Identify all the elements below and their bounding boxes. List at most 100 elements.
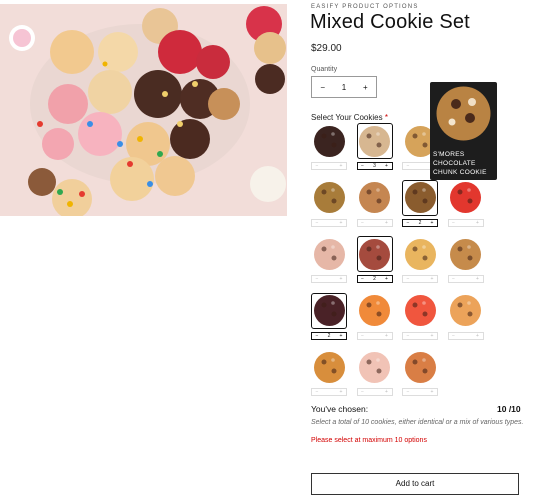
product-price: $29.00 xyxy=(311,43,342,54)
cookie-qty-stepper[interactable]: −+ xyxy=(311,218,347,227)
quantity-stepper[interactable]: − 1 + xyxy=(311,76,377,98)
cookie-qty-increase-button[interactable]: + xyxy=(473,333,483,339)
cookie-option[interactable]: −+ xyxy=(447,293,484,340)
cookie-qty-increase-button[interactable]: + xyxy=(427,276,437,282)
cookie-option[interactable]: −+ xyxy=(402,293,438,340)
cookie-thumbnail[interactable] xyxy=(311,236,347,272)
cookie-qty-decrease-button[interactable]: − xyxy=(403,220,413,226)
cookie-qty-decrease-button[interactable]: − xyxy=(312,333,322,339)
cookie-qty-decrease-button[interactable]: − xyxy=(358,220,368,226)
cookie-qty-increase-button[interactable]: + xyxy=(427,333,437,339)
cookie-thumbnail[interactable] xyxy=(356,123,393,159)
cookie-qty-stepper[interactable]: −3 + xyxy=(356,162,393,170)
cookie-option[interactable]: −+ xyxy=(402,236,438,283)
cookie-option[interactable]: −2 + xyxy=(356,236,393,283)
cookie-qty-decrease-button[interactable]: − xyxy=(403,163,413,169)
cookie-thumbnail[interactable] xyxy=(448,293,484,329)
cookie-option[interactable]: −+ xyxy=(356,293,393,340)
cookie-qty-stepper[interactable]: −+ xyxy=(356,218,393,227)
cookie-thumbnail[interactable] xyxy=(357,180,393,216)
cookie-thumbnail[interactable] xyxy=(448,236,484,272)
cookie-qty-value: 2 xyxy=(373,276,376,282)
quantity-increase-button[interactable]: + xyxy=(355,83,376,92)
cookie-qty-decrease-button[interactable]: − xyxy=(312,389,322,395)
cookie-qty-increase-button[interactable]: + xyxy=(382,389,392,395)
cookie-qty-stepper[interactable]: −+ xyxy=(447,218,484,227)
cookie-thumbnail[interactable] xyxy=(402,349,438,385)
cookie-option[interactable]: −+ xyxy=(311,349,347,396)
cookie-thumbnail[interactable] xyxy=(311,123,347,159)
cookie-qty-decrease-button[interactable]: − xyxy=(449,333,459,339)
quantity-decrease-button[interactable]: − xyxy=(312,83,333,92)
cookie-thumbnail[interactable] xyxy=(402,293,438,329)
cookie-qty-decrease-button[interactable]: − xyxy=(312,276,322,282)
cookie-qty-stepper[interactable]: −2 + xyxy=(356,275,393,283)
cookie-qty-increase-button[interactable]: + xyxy=(336,389,346,395)
cookie-qty-stepper[interactable]: −2 + xyxy=(311,331,347,340)
cookie-qty-increase-button[interactable]: + xyxy=(382,163,392,169)
cookie-thumbnail[interactable] xyxy=(402,236,438,272)
cookie-qty-increase-button[interactable]: + xyxy=(336,163,346,169)
cookie-qty-decrease-button[interactable]: − xyxy=(449,276,459,282)
cookie-option[interactable]: −2 + xyxy=(311,292,347,340)
cookie-qty-increase-button[interactable]: + xyxy=(336,276,346,282)
cookie-option[interactable]: −+ xyxy=(311,236,347,283)
cookie-qty-stepper[interactable]: −+ xyxy=(447,275,484,283)
cookie-option[interactable]: −+ xyxy=(447,180,484,227)
cookie-thumbnail[interactable] xyxy=(357,293,393,329)
cookie-qty-decrease-button[interactable]: − xyxy=(358,333,368,339)
cookie-qty-stepper[interactable]: −+ xyxy=(447,331,484,340)
cookie-qty-increase-button[interactable]: + xyxy=(336,333,346,339)
cookie-qty-stepper[interactable]: −+ xyxy=(402,275,438,283)
cookie-option[interactable]: −+ xyxy=(356,180,393,227)
cookie-thumbnail[interactable] xyxy=(311,292,347,329)
cookie-option[interactable]: −+ xyxy=(402,349,438,396)
product-title: Mixed Cookie Set xyxy=(310,11,470,33)
cookie-qty-increase-button[interactable]: + xyxy=(473,220,483,226)
cookie-option[interactable]: −3 + xyxy=(356,123,393,170)
cookie-thumbnail[interactable] xyxy=(311,349,347,385)
cookie-qty-stepper[interactable]: −+ xyxy=(311,162,347,170)
cookie-qty-stepper[interactable]: −+ xyxy=(402,388,438,396)
quantity-input[interactable]: 1 xyxy=(333,83,354,92)
cookie-qty-decrease-button[interactable]: − xyxy=(358,389,368,395)
cookie-qty-increase-button[interactable]: + xyxy=(382,220,392,226)
cookie-qty-decrease-button[interactable]: − xyxy=(312,220,322,226)
cookie-option[interactable]: −+ xyxy=(311,123,347,170)
cookie-qty-increase-button[interactable]: + xyxy=(382,276,392,282)
cookie-thumbnail[interactable] xyxy=(356,236,393,272)
add-to-cart-button[interactable]: Add to cart xyxy=(311,473,519,495)
product-image[interactable] xyxy=(0,4,287,216)
cookie-qty-increase-button[interactable]: + xyxy=(473,276,483,282)
cookie-qty-decrease-button[interactable]: − xyxy=(358,163,368,169)
cookie-tooltip: S'MORES CHOCOLATE CHUNK COOKIE xyxy=(430,82,497,180)
cookie-qty-stepper[interactable]: −+ xyxy=(402,331,438,340)
cookie-qty-decrease-button[interactable]: − xyxy=(312,163,322,169)
cookie-option[interactable]: −+ xyxy=(356,349,393,396)
cookie-qty-stepper[interactable]: −+ xyxy=(311,388,347,396)
cookie-option[interactable]: −+ xyxy=(447,236,484,283)
cookie-qty-stepper[interactable]: −2 + xyxy=(402,218,438,227)
cookie-qty-decrease-button[interactable]: − xyxy=(403,389,413,395)
cookie-qty-increase-button[interactable]: + xyxy=(427,220,437,226)
cookie-thumbnail[interactable] xyxy=(357,349,393,385)
cookie-thumbnail[interactable] xyxy=(448,180,484,216)
cookie-qty-decrease-button[interactable]: − xyxy=(403,276,413,282)
smores-cookie-image xyxy=(436,86,491,141)
cookie-qty-increase-button[interactable]: + xyxy=(382,333,392,339)
cookie-platter-photo xyxy=(0,4,287,216)
required-mark: * xyxy=(384,113,388,122)
cookie-qty-increase-button[interactable]: + xyxy=(336,220,346,226)
cookie-qty-decrease-button[interactable]: − xyxy=(449,220,459,226)
cookie-select-label: Select Your Cookies * xyxy=(311,113,388,122)
cookie-thumbnail[interactable] xyxy=(311,180,347,216)
cookie-option[interactable]: −2 + xyxy=(402,179,438,227)
cookie-thumbnail[interactable] xyxy=(402,179,438,216)
cookie-qty-decrease-button[interactable]: − xyxy=(358,276,368,282)
cookie-qty-stepper[interactable]: −+ xyxy=(311,275,347,283)
cookie-option[interactable]: −+ xyxy=(311,180,347,227)
cookie-qty-decrease-button[interactable]: − xyxy=(403,333,413,339)
cookie-qty-increase-button[interactable]: + xyxy=(427,389,437,395)
cookie-qty-stepper[interactable]: −+ xyxy=(356,388,393,396)
cookie-qty-stepper[interactable]: −+ xyxy=(356,331,393,340)
